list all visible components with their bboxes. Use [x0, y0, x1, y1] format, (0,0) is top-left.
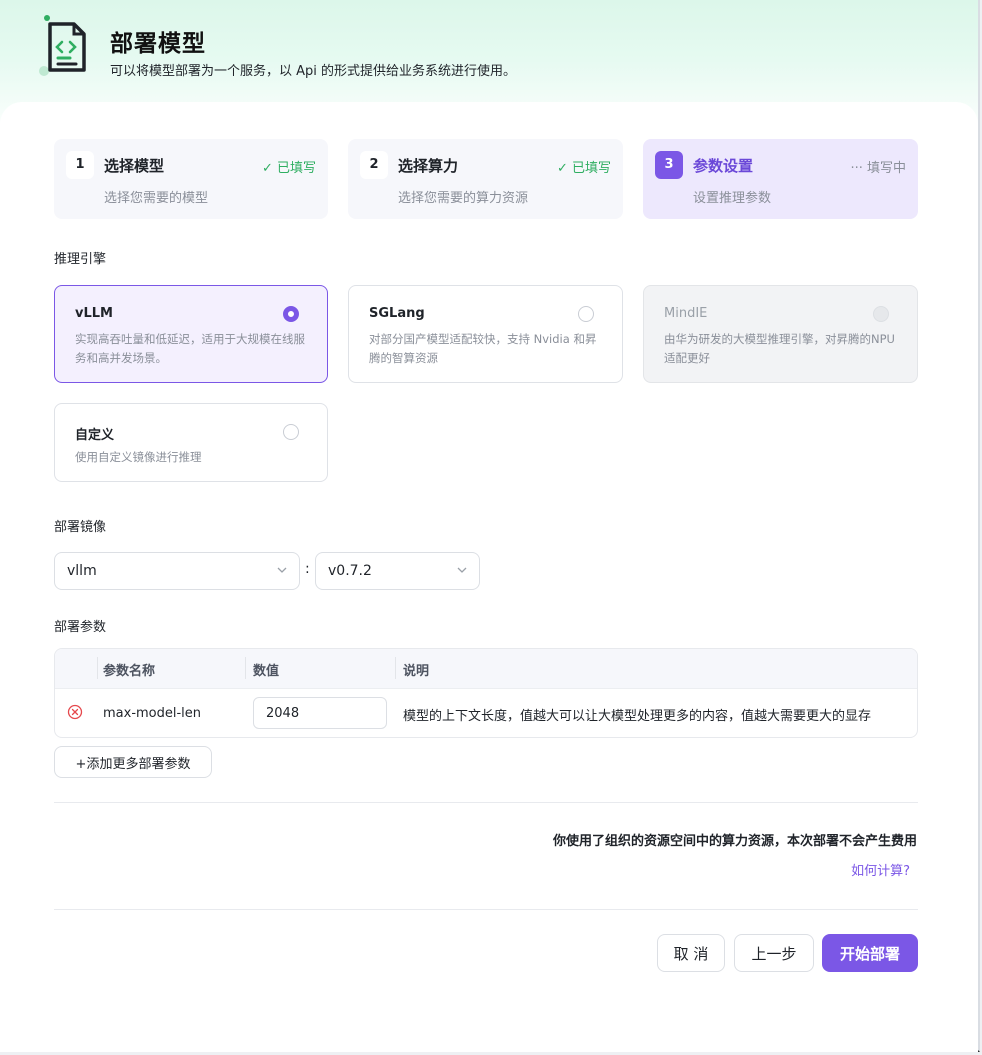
step-status-done: ✓ 已填写 — [261, 161, 316, 176]
divider — [54, 802, 918, 803]
column-divider — [245, 657, 246, 679]
image-tag-select[interactable]: v0.7.2 — [315, 552, 480, 590]
remove-circle-icon[interactable] — [67, 704, 83, 720]
divider — [54, 909, 918, 910]
column-divider — [395, 657, 396, 679]
param-name: max-model-len — [103, 706, 202, 721]
cancel-button[interactable]: 取 消 — [657, 934, 725, 972]
engine-name: SGLang — [369, 306, 425, 321]
engine-desc: 对部分国产模型适配较快，支持 Nvidia 和昇腾的智算资源 — [369, 332, 597, 365]
add-param-button[interactable]: +添加更多部署参数 — [54, 746, 212, 778]
page-title: 部署模型 — [110, 31, 206, 57]
step-number: 2 — [360, 151, 388, 179]
step-status-done: ✓ 已填写 — [556, 161, 611, 176]
engine-name: vLLM — [75, 306, 113, 321]
image-repo-select[interactable]: vllm — [54, 552, 300, 590]
step-title: 参数设置 — [693, 157, 754, 175]
step-title: 选择算力 — [398, 157, 459, 175]
how-to-calculate-link[interactable]: 如何计算? — [851, 860, 910, 879]
table-row: max-model-len 模型的上下文长度，值越大可以让大模型处理更多的内容，… — [55, 688, 917, 737]
image-tag-value: v0.7.2 — [328, 563, 372, 579]
deploy-model-page: 部署模型 可以将模型部署为一个服务，以 Api 的形式提供给业务系统进行使用。 … — [0, 0, 980, 1052]
chevron-down-icon — [457, 567, 467, 573]
page-subtitle: 可以将模型部署为一个服务，以 Api 的形式提供给业务系统进行使用。 — [110, 64, 517, 79]
engine-desc: 实现高吞吐量和低延迟，适用于大规模在线服务和高并发场景。 — [75, 332, 305, 365]
step-status-in-progress: ··· 填写中 — [850, 161, 906, 176]
engine-radio[interactable] — [578, 306, 594, 322]
engine-section-label: 推理引擎 — [54, 252, 107, 267]
column-header-value: 数值 — [253, 664, 280, 679]
step-select-model[interactable]: 1 选择模型 选择您需要的模型 ✓ 已填写 — [54, 139, 328, 219]
step-desc: 设置推理参数 — [693, 191, 772, 206]
chevron-down-icon — [277, 567, 287, 573]
engine-desc: 由华为研发的大模型推理引擎，对昇腾的NPU 适配更好 — [664, 332, 895, 365]
engine-name: 自定义 — [75, 428, 115, 443]
image-separator: : — [305, 561, 310, 577]
start-deploy-button[interactable]: 开始部署 — [822, 934, 918, 972]
step-select-compute[interactable]: 2 选择算力 选择您需要的算力资源 ✓ 已填写 — [348, 139, 623, 219]
step-desc: 选择您需要的算力资源 — [398, 191, 529, 206]
engine-name: MindIE — [664, 306, 708, 321]
step-number: 3 — [655, 151, 683, 179]
engine-radio-selected[interactable] — [283, 306, 299, 322]
deploy-form-card: 1 选择模型 选择您需要的模型 ✓ 已填写 2 选择算力 选择您需要的算力资源 … — [0, 102, 978, 1052]
step-number: 1 — [66, 151, 94, 179]
params-table: 参数名称 数值 说明 max-model-len 模型的上下文长度，值越大可以让… — [54, 648, 918, 738]
engine-desc: 使用自定义镜像进行推理 — [75, 450, 202, 464]
param-value-input[interactable] — [253, 697, 387, 729]
step-param-settings[interactable]: 3 参数设置 设置推理参数 ··· 填写中 — [643, 139, 918, 219]
cost-notice: 你使用了组织的资源空间中的算力资源，本次部署不会产生费用 — [552, 834, 917, 849]
engine-option-vllm[interactable]: vLLM 实现高吞吐量和低延迟，适用于大规模在线服务和高并发场景。 — [54, 285, 328, 383]
image-section-label: 部署镜像 — [54, 520, 107, 535]
param-desc: 模型的上下文长度，值越大可以让大模型处理更多的内容，值越大需要更大的显存 — [403, 709, 872, 724]
step-title: 选择模型 — [104, 157, 165, 175]
engine-option-custom[interactable]: 自定义 使用自定义镜像进行推理 — [54, 403, 328, 482]
prev-step-button[interactable]: 上一步 — [734, 934, 814, 972]
engine-radio-disabled — [873, 306, 889, 322]
engine-radio[interactable] — [283, 424, 299, 440]
column-header-desc: 说明 — [403, 664, 430, 679]
params-section-label: 部署参数 — [54, 620, 107, 635]
step-desc: 选择您需要的模型 — [104, 191, 209, 206]
code-document-icon — [39, 15, 86, 76]
engine-option-sglang[interactable]: SGLang 对部分国产模型适配较快，支持 Nvidia 和昇腾的智算资源 — [348, 285, 623, 383]
page-header: 部署模型 可以将模型部署为一个服务，以 Api 的形式提供给业务系统进行使用。 — [0, 0, 980, 104]
column-header-name: 参数名称 — [103, 664, 156, 679]
engine-option-mindie: MindIE 由华为研发的大模型推理引擎，对昇腾的NPU 适配更好 — [643, 285, 918, 383]
image-repo-value: vllm — [67, 563, 97, 579]
column-divider — [97, 657, 98, 679]
params-table-header: 参数名称 数值 说明 — [55, 649, 917, 688]
